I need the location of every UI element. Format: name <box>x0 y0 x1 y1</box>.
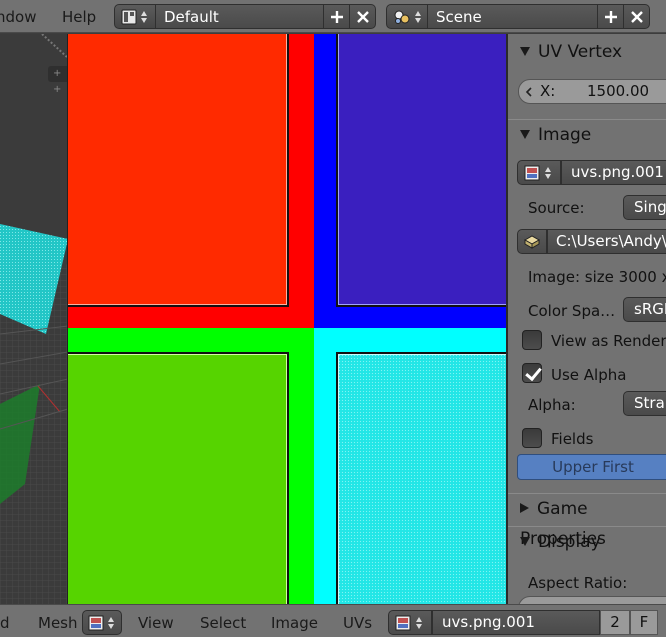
updown-arrows-icon <box>415 10 421 23</box>
expand-arrow-icon <box>520 537 530 546</box>
color-space-dropdown[interactable]: sRGB <box>623 297 666 322</box>
add-screen-layout-button[interactable] <box>324 4 350 29</box>
menu-uvs[interactable]: UVs <box>343 605 372 637</box>
use-alpha-label[interactable]: Use Alpha <box>551 366 626 384</box>
viewport-mode-clipped[interactable]: d <box>0 605 10 637</box>
file-browse-button[interactable] <box>517 229 547 254</box>
editor-type-button[interactable] <box>82 610 122 635</box>
filepath-field[interactable]: C:\Users\Andy\D <box>547 229 666 254</box>
uv-face-green[interactable] <box>68 352 289 604</box>
top-header: ndow Help Default Scene <box>0 0 666 33</box>
fake-user-toggle[interactable]: F <box>630 610 658 635</box>
screen-layout-selector: Default <box>114 4 376 29</box>
aspect-ratio-field[interactable] <box>518 596 666 604</box>
scene-menu-button[interactable] <box>386 4 428 29</box>
3d-viewport[interactable]: + + <box>0 34 68 604</box>
upper-first-button[interactable]: Upper First <box>517 454 666 480</box>
uv-vertex-x-value: 1500.00 <box>587 82 650 100</box>
plus-icon <box>604 10 617 23</box>
bottom-header: d Mesh View Select Image UVs uvs.png.001… <box>0 604 666 637</box>
uv-vertex-title: UV Vertex <box>538 42 623 62</box>
scene-icon <box>394 10 410 24</box>
decrement-arrow-icon <box>525 87 532 97</box>
image-name-field[interactable]: uvs.png.001 <box>561 160 666 185</box>
viewport-mesh-menu-clipped[interactable]: Mesh <box>38 605 78 637</box>
alpha-label: Alpha: <box>528 396 576 414</box>
image-name-field[interactable]: uvs.png.001 <box>432 610 600 635</box>
expand-arrow-icon <box>520 130 530 139</box>
use-alpha-checkbox[interactable] <box>522 363 542 383</box>
menu-view[interactable]: View <box>138 605 174 637</box>
image-browse-button[interactable] <box>388 610 432 635</box>
image-browse-button[interactable] <box>517 160 561 185</box>
display-title: Display <box>538 532 601 552</box>
screen-layout-name-field[interactable]: Default <box>156 4 324 29</box>
viewport-header-hint[interactable]: + + <box>48 66 67 95</box>
close-icon <box>356 10 369 23</box>
image-title: Image <box>538 125 592 145</box>
source-label: Source: <box>528 199 585 217</box>
close-icon <box>630 10 643 23</box>
image-section-header[interactable]: Image <box>508 119 666 149</box>
game-properties-section-header[interactable]: Game Properties <box>508 493 666 549</box>
updown-arrows-icon <box>141 10 147 23</box>
expand-arrow-icon <box>520 47 530 56</box>
updown-arrows-icon <box>416 617 422 629</box>
image-size-info: Image: size 3000 x 3 <box>528 268 666 286</box>
menu-select[interactable]: Select <box>200 605 246 637</box>
fields-checkbox[interactable] <box>522 428 542 448</box>
delete-scene-button[interactable] <box>624 4 650 29</box>
alpha-mode-dropdown[interactable]: Strai <box>623 391 666 416</box>
updown-arrows-icon <box>108 617 114 629</box>
aspect-ratio-label: Aspect Ratio: <box>528 574 628 592</box>
collapsed-arrow-icon <box>520 503 529 513</box>
menu-help[interactable]: Help <box>62 0 96 33</box>
properties-panel: UV Vertex X: 1500.00 Image uvs.png.001 S… <box>506 34 666 604</box>
uv-vertex-x-field[interactable]: X: 1500.00 <box>518 79 666 104</box>
updown-arrows-icon <box>545 167 551 179</box>
uv-image-editor[interactable] <box>68 34 506 604</box>
viewport-scene <box>0 34 67 604</box>
file-browser-icon <box>524 235 540 249</box>
display-section-header[interactable]: Display <box>508 526 666 556</box>
image-users-count[interactable]: 2 <box>600 610 630 635</box>
add-scene-button[interactable] <box>598 4 624 29</box>
plus-icon <box>330 10 343 23</box>
image-icon <box>395 615 411 631</box>
fields-label[interactable]: Fields <box>551 430 593 448</box>
view-as-render-label[interactable]: View as Render <box>551 332 666 350</box>
screen-layout-menu-button[interactable] <box>114 4 156 29</box>
image-icon <box>524 165 540 181</box>
menu-image[interactable]: Image <box>271 605 318 637</box>
uv-face-red[interactable] <box>68 34 289 307</box>
uv-vertex-section-header[interactable]: UV Vertex <box>508 37 666 67</box>
image-editor-icon <box>88 615 104 631</box>
view-as-render-checkbox[interactable] <box>522 330 542 350</box>
menu-window[interactable]: ndow <box>0 0 36 33</box>
uv-face-cyan[interactable] <box>336 352 506 604</box>
source-dropdown[interactable]: Singl <box>623 195 666 220</box>
uv-face-blue[interactable] <box>336 34 506 307</box>
screen-layout-icon <box>121 9 137 24</box>
uv-vertex-x-label: X: <box>540 82 556 100</box>
scene-name-field[interactable]: Scene <box>428 4 598 29</box>
color-space-label: Color Spa… <box>528 302 616 320</box>
scene-selector: Scene <box>386 4 650 29</box>
delete-screen-layout-button[interactable] <box>350 4 376 29</box>
